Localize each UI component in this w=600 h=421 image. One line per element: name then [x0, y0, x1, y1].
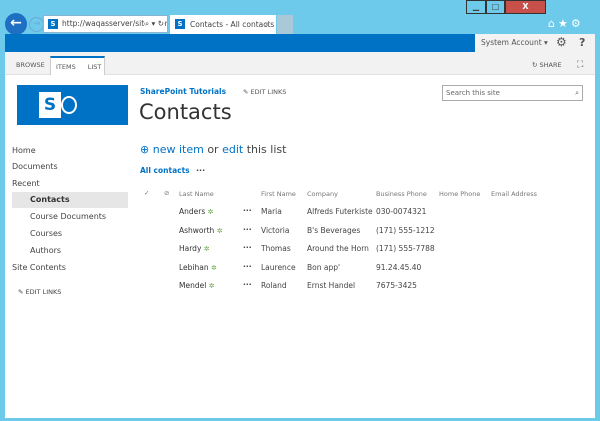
col-company[interactable]: Company — [307, 190, 338, 198]
nav-edit-links[interactable]: ✎ EDIT LINKS — [18, 288, 61, 296]
company: Bon app' — [307, 263, 341, 272]
nav-contacts[interactable]: Contacts — [30, 195, 70, 204]
suite-bar-right: System Account ▾ ⚙ ? — [475, 34, 595, 52]
tab-list[interactable]: LIST — [88, 63, 102, 71]
company: Ernst Handel — [307, 281, 356, 290]
tab-title: Contacts - All contacts — [190, 20, 275, 29]
new-item-link[interactable]: new item — [153, 143, 204, 156]
site-logo[interactable]: S — [17, 85, 128, 125]
select-all-check-icon[interactable]: ✓ — [144, 189, 149, 197]
business-phone: 7675-3425 — [376, 281, 417, 290]
browser-tab-active[interactable]: S Contacts - All contacts × — [170, 15, 276, 34]
first-name: Roland — [261, 281, 287, 290]
share-icon: ↻ — [532, 61, 538, 69]
first-name: Thomas — [261, 244, 291, 253]
tab-items[interactable]: ITEMS LIST — [50, 56, 105, 75]
nav-site-contents[interactable]: Site Contents — [12, 263, 66, 272]
edit-links-top[interactable]: ✎ EDIT LINKS — [243, 88, 286, 96]
first-name: Victoria — [261, 226, 290, 235]
last-name-link[interactable]: Mendel ✲ — [179, 281, 215, 290]
view-more-button[interactable]: ... — [196, 164, 205, 173]
last-name-link[interactable]: Lebihan ✲ — [179, 263, 217, 272]
item-menu-button[interactable]: ··· — [243, 280, 252, 289]
tab-browse[interactable]: BROWSE — [16, 56, 45, 75]
page-content — [5, 75, 595, 418]
new-item-badge-icon: ✲ — [211, 264, 217, 272]
page-title: Contacts — [139, 100, 232, 124]
edit-list-link[interactable]: edit — [222, 143, 243, 156]
close-button[interactable]: X — [505, 0, 546, 14]
business-phone: 91.24.45.40 — [376, 263, 422, 272]
item-menu-button[interactable]: ··· — [243, 262, 252, 271]
first-name: Maria — [261, 207, 282, 216]
item-menu-button[interactable]: ··· — [243, 243, 252, 252]
new-item-badge-icon: ✲ — [203, 245, 210, 253]
item-menu-button[interactable]: ··· — [243, 225, 252, 234]
browser-tools: ⌂★⚙ — [548, 17, 584, 30]
sharepoint-favicon: S — [48, 19, 58, 29]
new-item-badge-icon: ✲ — [208, 282, 215, 290]
address-bar[interactable]: S http://waqasserver/sites/dem ⌕ ▾ ↻ — [43, 15, 168, 33]
nav-recent[interactable]: Recent — [12, 179, 40, 188]
focus-content-icon[interactable]: ⛶ — [577, 56, 583, 75]
suite-bar — [5, 34, 475, 52]
site-name-link[interactable]: SharePoint Tutorials — [140, 87, 226, 96]
add-circle-icon: ⊕ — [140, 143, 150, 156]
help-icon[interactable]: ? — [579, 36, 585, 49]
new-item-badge-icon: ✲ — [216, 227, 223, 235]
company: B's Beverages — [307, 226, 361, 235]
nav-courses[interactable]: Courses — [30, 229, 62, 238]
new-tab-button[interactable] — [277, 15, 293, 34]
search-icon: ⌕ — [575, 89, 579, 97]
ribbon: BROWSE ITEMS LIST ↻ SHARE ⛶ — [5, 52, 595, 75]
pencil-icon: ✎ — [243, 88, 249, 96]
nav-authors[interactable]: Authors — [30, 246, 61, 255]
nav-home[interactable]: Home — [12, 146, 36, 155]
view-all-contacts[interactable]: All contacts — [140, 166, 190, 175]
attachment-icon: ⊘ — [164, 189, 170, 197]
maximize-button[interactable]: □ — [486, 0, 505, 14]
company: Around the Horn — [307, 244, 369, 253]
account-menu[interactable]: System Account ▾ — [481, 38, 548, 47]
company: Alfreds Futerkiste — [307, 207, 373, 216]
tools-gear-icon[interactable]: ⚙ — [571, 17, 584, 30]
col-home-phone[interactable]: Home Phone — [439, 190, 480, 198]
last-name-link[interactable]: Ashworth ✲ — [179, 226, 223, 235]
search-input[interactable]: Search this site ⌕ — [442, 85, 583, 101]
col-email[interactable]: Email Address — [491, 190, 537, 198]
home-icon[interactable]: ⌂ — [548, 17, 558, 30]
forward-button[interactable]: → — [29, 17, 44, 32]
new-item-badge-icon: ✲ — [207, 208, 214, 216]
settings-gear-icon[interactable]: ⚙ — [556, 35, 567, 49]
share-button[interactable]: ↻ SHARE — [532, 56, 562, 75]
col-last-name[interactable]: Last Name — [179, 190, 214, 198]
new-item-bar: ⊕ new item or edit this list — [140, 143, 287, 156]
back-button[interactable]: ← — [5, 13, 27, 35]
last-name-link[interactable]: Hardy ✲ — [179, 244, 210, 253]
col-first-name[interactable]: First Name — [261, 190, 296, 198]
business-phone: (171) 555-1212 — [376, 226, 435, 235]
close-tab-icon[interactable]: × — [264, 15, 270, 34]
favorites-star-icon[interactable]: ★ — [558, 17, 571, 30]
business-phone: (171) 555-7788 — [376, 244, 435, 253]
col-business-phone[interactable]: Business Phone — [376, 190, 427, 198]
search-refresh-icons[interactable]: ⌕ ▾ ↻ — [144, 16, 164, 32]
minimize-button[interactable]: ▁ — [466, 0, 486, 14]
pencil-icon: ✎ — [18, 288, 24, 296]
nav-course-documents[interactable]: Course Documents — [30, 212, 106, 221]
sharepoint-favicon: S — [175, 19, 185, 29]
first-name: Laurence — [261, 263, 296, 272]
nav-documents[interactable]: Documents — [12, 162, 58, 171]
item-menu-button[interactable]: ··· — [243, 206, 252, 215]
business-phone: 030-0074321 — [376, 207, 427, 216]
last-name-link[interactable]: Anders ✲ — [179, 207, 214, 216]
